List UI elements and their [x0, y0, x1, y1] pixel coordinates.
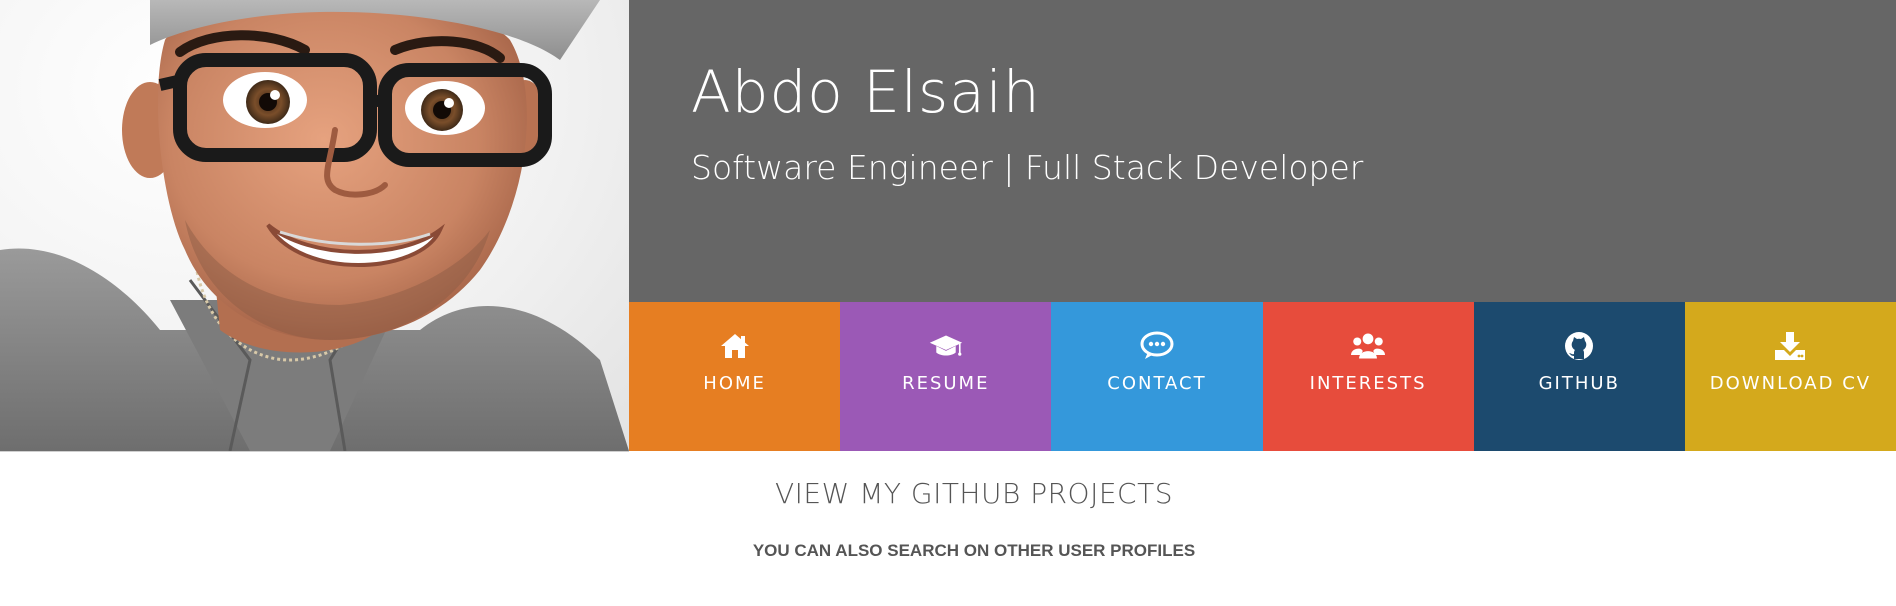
nav-tile-download-cv[interactable]: DOWNLOAD CV [1684, 302, 1896, 451]
page-subtitle: Software Engineer | Full Stack Developer [691, 148, 1364, 187]
page-title: Abdo Elsaih [691, 58, 1041, 126]
users-icon [1351, 329, 1386, 363]
section-subtitle: YOU CAN ALSO SEARCH ON OTHER USER PROFIL… [752, 541, 1196, 560]
nav-tile-label: HOME [703, 373, 766, 394]
nav-tile-home[interactable]: HOME [629, 302, 841, 451]
nav-tile-label: RESUME [902, 373, 990, 394]
nav-tile-label: CONTACT [1107, 373, 1207, 394]
nav-tile-resume[interactable]: RESUME [840, 302, 1052, 451]
avatar [0, 0, 629, 452]
nav-tile-label: DOWNLOAD CV [1709, 373, 1872, 394]
download-icon [1773, 329, 1807, 363]
nav-tile-contact[interactable]: CONTACT [1051, 302, 1263, 451]
header: Abdo Elsaih Software Engineer | Full Sta… [0, 0, 1896, 452]
nav-tile-label: GITHUB [1538, 373, 1620, 394]
avatar-illustration [0, 0, 629, 451]
chat-icon [1140, 329, 1174, 363]
page: Abdo Elsaih Software Engineer | Full Sta… [0, 0, 1896, 606]
home-icon [718, 329, 752, 363]
title-panel: Abdo Elsaih Software Engineer | Full Sta… [629, 0, 1896, 302]
github-icon [1562, 329, 1596, 363]
graduation-cap-icon [929, 329, 963, 363]
nav-tile-interests[interactable]: INTERESTS [1262, 302, 1474, 451]
nav-tile-label: INTERESTS [1309, 373, 1427, 394]
main-nav: HOME RESUME CONTACT INTERESTS GITHUB DOW… [629, 302, 1896, 451]
nav-tile-github[interactable]: GITHUB [1473, 302, 1685, 451]
section-title: VIEW MY GITHUB PROJECTS [775, 477, 1173, 510]
